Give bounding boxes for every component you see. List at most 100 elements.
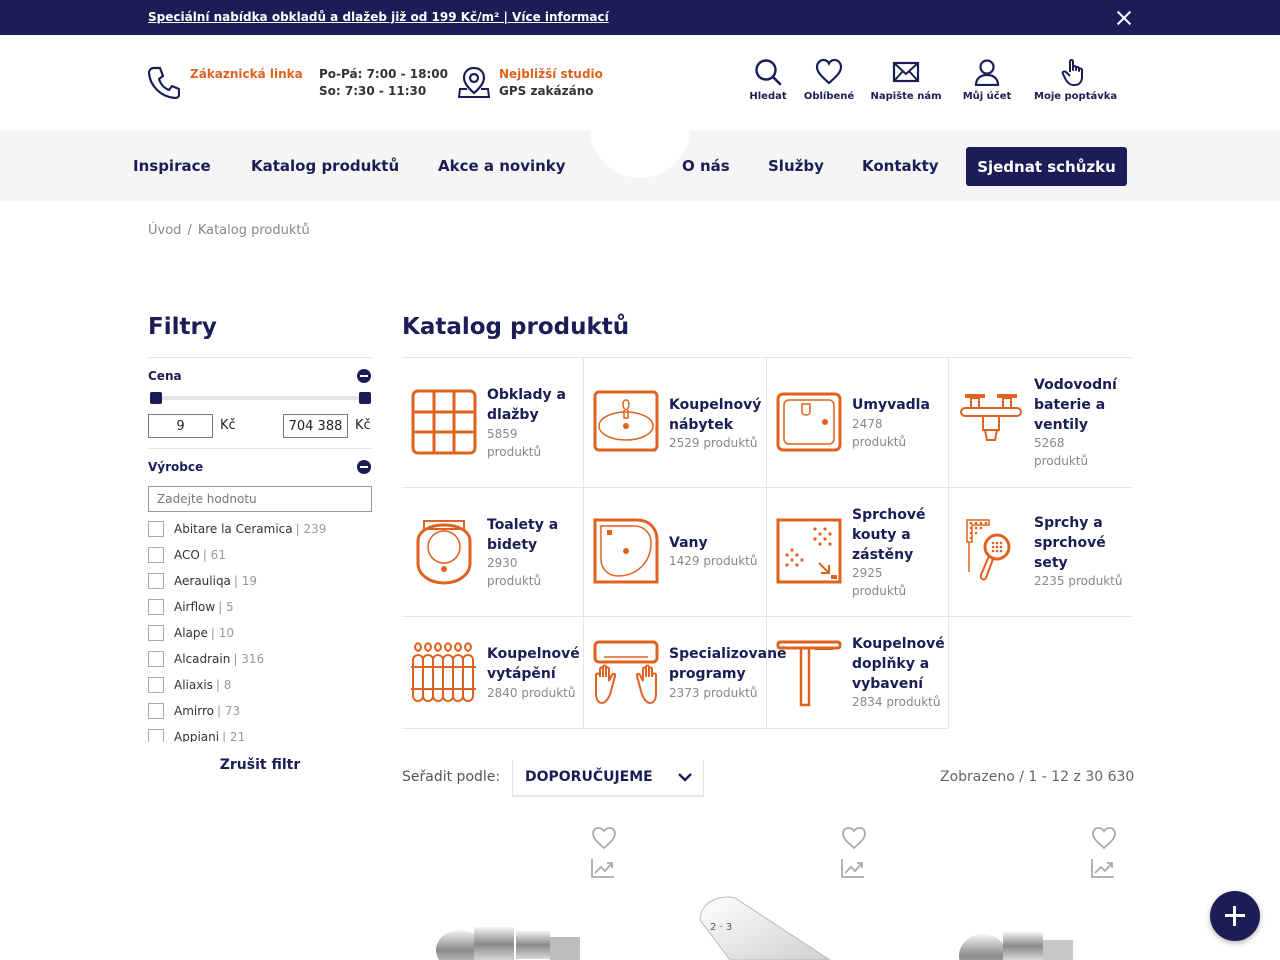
hand-pointer-icon [1061,59,1083,86]
brand-option[interactable]: Alcadrain | 316 [148,649,264,669]
checkbox[interactable] [148,677,164,693]
chevron-down-icon [678,773,692,782]
nav-item-offers[interactable]: Akce a novinky [438,157,566,175]
clear-filter-button[interactable]: Zrušit filtr [148,757,372,773]
category-toilets[interactable]: Toalety a bidety 2930 produktů [402,488,584,617]
price-max-input[interactable] [283,414,348,438]
nav-item-contacts[interactable]: Kontakty [862,157,939,175]
checkbox[interactable] [148,547,164,563]
write-us-label: Napište nám [870,91,942,102]
brand-option[interactable]: ACO | 61 [148,545,226,565]
heart-icon[interactable] [841,826,867,850]
divider [148,448,372,449]
nav-item-inspiration[interactable]: Inspirace [133,157,211,175]
close-icon[interactable] [1114,8,1134,28]
favorites-button[interactable]: Oblíbené [789,58,869,102]
heart-icon[interactable] [1091,826,1117,850]
hotline-label[interactable]: Zákaznická linka [190,67,303,81]
brand-option[interactable]: Aliaxis | 8 [148,675,231,695]
results-count: Zobrazeno / 1 - 12 z 30 630 [940,769,1135,785]
product-image-chrome-valve[interactable] [955,912,1085,960]
product-image-angle-valve[interactable] [430,905,590,960]
main-nav: Inspirace Katalog produktů Akce a novink… [0,106,1280,201]
bathtub-icon [593,518,659,584]
category-accessories[interactable]: Koupelnové doplňky a vybavení 2834 produ… [767,617,949,729]
price-slider-max-handle[interactable] [359,392,371,404]
checkbox[interactable] [148,625,164,641]
category-heating[interactable]: Koupelnové vytápění 2840 produktů [402,617,584,729]
brand-option[interactable]: Alape | 10 [148,623,234,643]
envelope-icon [892,61,920,83]
category-special-programs[interactable]: Specializované programy 2373 produktů [584,617,787,729]
checkbox[interactable] [148,703,164,719]
tiles-icon [411,389,477,455]
compare-chart-icon[interactable] [840,857,866,879]
account-button[interactable]: Můj účet [947,58,1027,102]
search-icon [755,59,782,86]
checkbox[interactable] [148,521,164,537]
favorites-label: Oblíbené [803,91,855,102]
write-us-button[interactable]: Napište nám [866,58,946,102]
price-slider-min-handle[interactable] [150,392,162,404]
accessories-icon [776,640,842,707]
product-image-thermostatic-head[interactable]: 2 · 3 [690,890,840,960]
category-shower-enclosures[interactable]: Sprchové kouty a zástěny 2925 produktů [767,488,949,617]
studio-label[interactable]: Nejbližší studio [499,67,603,81]
brand-option[interactable]: Abitare la Ceramica | 239 [148,519,326,539]
divider [148,357,372,358]
category-grid: Obklady a dlažby 5859 produktů Koupelnov… [402,357,1132,729]
compare-chart-icon[interactable] [590,857,616,879]
collapse-brand-icon[interactable] [357,460,371,474]
price-filter-label[interactable]: Cena [148,369,182,383]
brand-list[interactable]: Abitare la Ceramica | 239 ACO | 61 Aerauli… [148,518,372,742]
promo-link[interactable]: Speciální nabídka obkladů a dlažeb již o… [148,10,609,24]
price-min-input[interactable] [148,414,213,438]
sort-value: DOPORUČUJEME [525,769,653,785]
compare-chart-icon[interactable] [1090,857,1116,879]
category-faucets[interactable]: Vodovodní baterie a ventily 5268 produkt… [949,358,1132,488]
breadcrumb-home[interactable]: Úvod [148,223,181,238]
price-slider-track[interactable] [154,396,366,400]
breadcrumb: Úvod / Katalog produktů [148,223,310,238]
brand-search-input[interactable] [148,486,372,512]
brand-option[interactable]: Aerauliqa | 19 [148,571,257,591]
inquiry-button[interactable]: Moje poptávka [1034,58,1117,102]
brand-option[interactable]: Airflow | 5 [148,597,234,617]
category-shower-sets[interactable]: Sprchy a sprchové sety 2235 produktů [949,488,1132,617]
checkbox[interactable] [148,729,164,742]
nav-item-services[interactable]: Služby [768,157,824,175]
category-washbasins[interactable]: Umyvadla 2478 produktů [767,358,949,488]
logo-placeholder[interactable] [590,106,690,178]
nav-item-catalog[interactable]: Katalog produktů [251,157,399,175]
hand-dryer-icon [593,640,659,705]
category-bathtubs[interactable]: Vany 1429 produktů [584,488,767,617]
brand-option[interactable]: Appiani | 21 [148,727,245,742]
checkbox[interactable] [148,599,164,615]
checkbox[interactable] [148,651,164,667]
checkbox[interactable] [148,573,164,589]
promo-bar: Speciální nabídka obkladů a dlažeb již o… [0,0,1280,35]
studio-value: GPS zakázáno [499,84,594,98]
collapse-price-icon[interactable] [357,369,371,383]
hours-saturday: So: 7:30 - 11:30 [319,84,427,98]
dial-marks: 2 · 3 [710,922,732,933]
book-appointment-button[interactable]: Sjednat schůzku [966,147,1127,186]
add-fab-button[interactable] [1210,891,1260,941]
bathroom-furniture-icon [593,390,659,452]
brand-filter-label[interactable]: Výrobce [148,460,203,474]
page-title: Katalog produktů [402,314,630,340]
user-icon [974,59,1000,86]
price-max-currency: Kč [355,418,371,433]
sort-select[interactable]: DOPORUČUJEME [512,760,704,797]
shower-enclosure-icon [776,518,842,584]
filters-title: Filtry [148,314,217,340]
brand-option[interactable]: Amirro | 73 [148,701,240,721]
category-bathroom-furniture[interactable]: Koupelnový nábytek 2529 produktů [584,358,767,488]
heart-icon [815,58,843,85]
nav-item-about[interactable]: O nás [682,157,730,175]
washbasin-icon [776,392,842,452]
heart-icon[interactable] [591,826,617,850]
faucet-icon [960,394,1022,441]
account-label: Můj účet [962,91,1012,102]
category-tiles[interactable]: Obklady a dlažby 5859 produktů [402,358,584,488]
